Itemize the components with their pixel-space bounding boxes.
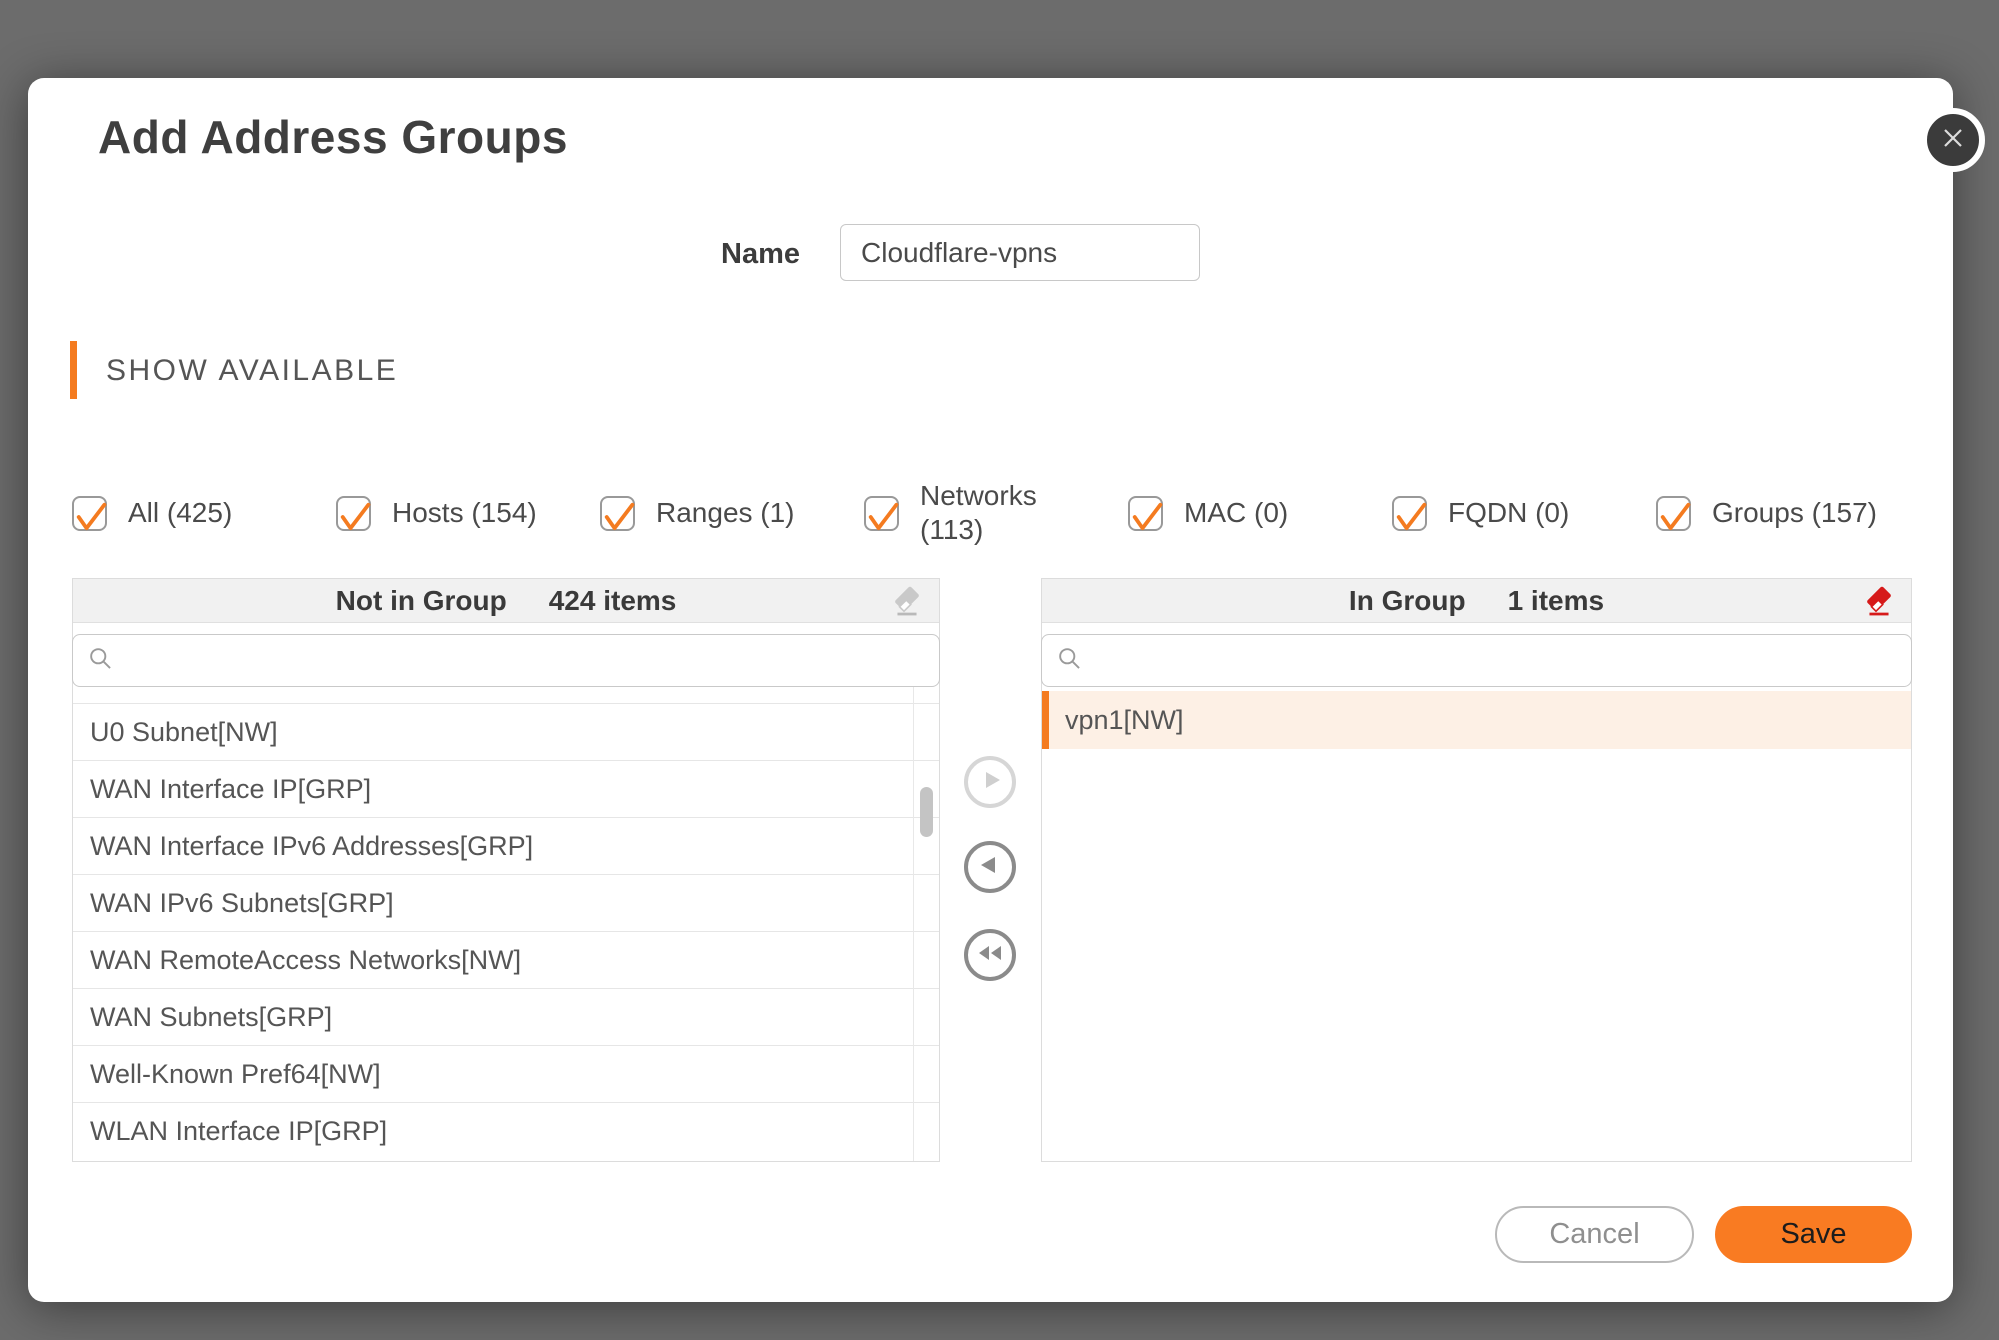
search-input[interactable] (122, 635, 939, 686)
save-button[interactable]: Save (1715, 1206, 1912, 1263)
search-input[interactable] (1091, 635, 1911, 686)
list-item[interactable]: U0 Subnet[NW] (73, 703, 939, 760)
close-icon (1938, 123, 1968, 158)
in-group-panel: In Group 1 items vpn1[N (1041, 578, 1912, 1162)
section-accent-bar (70, 341, 77, 399)
double-arrow-left-icon (975, 938, 1005, 973)
list-scrollbar[interactable] (913, 687, 939, 1161)
checkbox-checked-icon[interactable] (336, 496, 371, 531)
filter-checkbox-row: All (425) Hosts (154) Ranges (1) Network… (72, 466, 1952, 560)
filter-label: Ranges (1) (656, 496, 795, 530)
filter-label: MAC (0) (1184, 496, 1288, 530)
in-group-header: In Group 1 items (1042, 579, 1911, 623)
filter-all[interactable]: All (425) (72, 496, 336, 531)
filter-label: Hosts (154) (392, 496, 537, 530)
not-in-group-list: U0 Subnet[NW] WAN Interface IP[GRP] WAN … (73, 687, 939, 1161)
name-input[interactable] (840, 224, 1200, 281)
filter-networks[interactable]: Networks (113) (864, 479, 1128, 546)
list-item[interactable]: WAN Interface IP[GRP] (73, 760, 939, 817)
not-in-group-header: Not in Group 424 items (73, 579, 939, 623)
scrollbar-thumb[interactable] (920, 787, 933, 837)
in-group-search[interactable] (1041, 634, 1912, 687)
move-right-button[interactable] (964, 756, 1016, 808)
show-available-heading: SHOW AVAILABLE (106, 354, 398, 388)
name-field-label: Name (678, 238, 800, 271)
not-in-group-search[interactable] (72, 634, 940, 687)
cancel-button[interactable]: Cancel (1495, 1206, 1694, 1263)
panel-title: Not in Group (336, 585, 507, 617)
close-button[interactable] (1921, 108, 1985, 172)
checkbox-checked-icon[interactable] (1392, 496, 1427, 531)
filter-label: Networks (113) (920, 479, 1052, 546)
move-left-button[interactable] (964, 841, 1016, 893)
search-icon (1056, 645, 1083, 677)
filter-fqdn[interactable]: FQDN (0) (1392, 496, 1656, 531)
page-title: Add Address Groups (98, 110, 568, 164)
panel-item-count: 424 items (549, 585, 677, 617)
arrow-right-icon (975, 765, 1005, 800)
list-item[interactable]: WAN Subnets[GRP] (73, 988, 939, 1045)
add-address-groups-dialog: Add Address Groups Name SHOW AVAILABLE A… (28, 78, 1953, 1302)
clear-group-eraser-icon[interactable] (1861, 583, 1897, 619)
checkbox-checked-icon[interactable] (1128, 496, 1163, 531)
filter-label: FQDN (0) (1448, 496, 1569, 530)
filter-hosts[interactable]: Hosts (154) (336, 496, 600, 531)
list-item[interactable]: WAN Interface IPv6 Addresses[GRP] (73, 817, 939, 874)
search-icon (87, 645, 114, 677)
checkbox-checked-icon[interactable] (1656, 496, 1691, 531)
not-in-group-panel: Not in Group 424 items (72, 578, 940, 1162)
panel-item-count: 1 items (1508, 585, 1605, 617)
filter-ranges[interactable]: Ranges (1) (600, 496, 864, 531)
checkbox-checked-icon[interactable] (864, 496, 899, 531)
move-all-left-button[interactable] (964, 929, 1016, 981)
checkbox-checked-icon[interactable] (72, 496, 107, 531)
list-item[interactable]: Well-Known Pref64[NW] (73, 1045, 939, 1102)
filter-groups[interactable]: Groups (157) (1656, 496, 1920, 531)
filter-label: All (425) (128, 496, 232, 530)
in-group-selected-item[interactable]: vpn1[NW] (1042, 691, 1911, 749)
checkbox-checked-icon[interactable] (600, 496, 635, 531)
arrow-left-icon (975, 850, 1005, 885)
filter-label: Groups (157) (1712, 496, 1877, 530)
panel-title: In Group (1349, 585, 1466, 617)
list-item[interactable]: WAN IPv6 Subnets[GRP] (73, 874, 939, 931)
list-item[interactable]: WAN RemoteAccess Networks[NW] (73, 931, 939, 988)
list-item[interactable]: WLAN Interface IP[GRP] (73, 1102, 939, 1159)
filter-mac[interactable]: MAC (0) (1128, 496, 1392, 531)
clear-filter-eraser-icon[interactable] (889, 583, 925, 619)
